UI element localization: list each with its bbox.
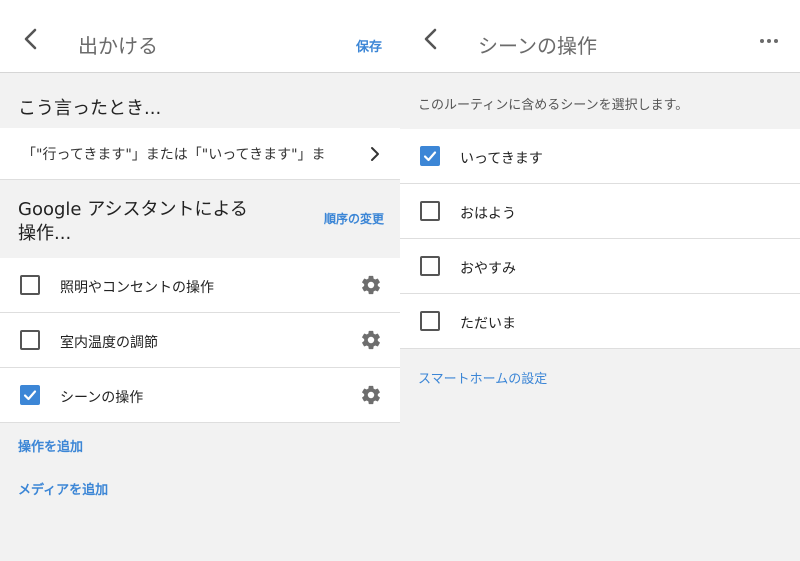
scene-row-tadaima[interactable]: ただいま — [400, 294, 800, 349]
actions-heading: Google アシスタントによる 操作... — [18, 198, 248, 246]
scene-row-ohayou[interactable]: おはよう — [400, 184, 800, 239]
scene-checkbox-tadaima[interactable] — [420, 311, 440, 331]
add-action-link[interactable]: 操作を追加 — [18, 436, 83, 455]
checkmark-icon — [23, 390, 37, 401]
page-title: シーンの操作 — [478, 34, 597, 58]
gear-icon[interactable] — [360, 329, 382, 351]
action-checkbox-scenes[interactable] — [20, 385, 40, 405]
action-label: 室内温度の調節 — [60, 335, 158, 351]
action-checkbox-temperature[interactable] — [20, 330, 40, 350]
gear-icon[interactable] — [360, 274, 382, 296]
scene-select-panel: シーンの操作 このルーティンに含めるシーンを選択します。 いってきます おはよう… — [400, 0, 800, 561]
gear-icon[interactable] — [360, 384, 382, 406]
app-bar: 出かける 保存 — [0, 0, 400, 73]
app-bar: シーンの操作 — [400, 0, 800, 73]
trigger-phrase-text: 「"行ってきます"」または「"いってきます"」ま — [22, 147, 326, 163]
save-button[interactable]: 保存 — [356, 36, 382, 55]
action-label: シーンの操作 — [60, 390, 144, 406]
page-title: 出かける — [78, 34, 158, 58]
more-vert-icon[interactable] — [760, 34, 780, 48]
actions-heading-line1: Google アシスタントによる — [18, 199, 248, 220]
action-row-lights[interactable]: 照明やコンセントの操作 — [0, 258, 400, 313]
smart-home-settings-link[interactable]: スマートホームの設定 — [418, 368, 547, 387]
action-row-scenes[interactable]: シーンの操作 — [0, 368, 400, 423]
actions-heading-line2: 操作... — [18, 223, 72, 244]
scene-checkbox-ohayou[interactable] — [420, 201, 440, 221]
reorder-button[interactable]: 順序の変更 — [324, 210, 384, 227]
add-media-link[interactable]: メディアを追加 — [18, 479, 108, 498]
trigger-phrase-row[interactable]: 「"行ってきます"」または「"いってきます"」ま — [0, 128, 400, 180]
routine-editor-panel: 出かける 保存 こう言ったとき... 「"行ってきます"」または「"いってきます… — [0, 0, 400, 561]
scene-label: ただいま — [460, 316, 516, 332]
scene-row-ittekimasu[interactable]: いってきます — [400, 129, 800, 184]
scene-label: おやすみ — [460, 261, 516, 277]
back-arrow-icon[interactable] — [418, 26, 444, 52]
back-arrow-icon[interactable] — [18, 26, 44, 52]
scene-row-oyasumi[interactable]: おやすみ — [400, 239, 800, 294]
action-row-temperature[interactable]: 室内温度の調節 — [0, 313, 400, 368]
chevron-right-icon — [371, 147, 379, 161]
when-heading: こう言ったとき... — [18, 98, 162, 119]
action-label: 照明やコンセントの操作 — [60, 280, 214, 296]
scene-checkbox-ittekimasu[interactable] — [420, 146, 440, 166]
scene-checkbox-oyasumi[interactable] — [420, 256, 440, 276]
scene-label: いってきます — [460, 151, 543, 167]
scene-intro-text: このルーティンに含めるシーンを選択します。 — [418, 98, 689, 113]
action-checkbox-lights[interactable] — [20, 275, 40, 295]
scene-label: おはよう — [460, 206, 516, 222]
checkmark-icon — [423, 151, 437, 162]
